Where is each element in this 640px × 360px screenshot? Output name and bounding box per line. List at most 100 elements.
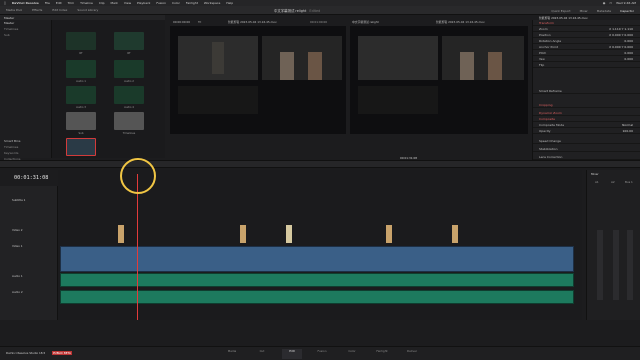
- source-clip-name: 智能剪辑 2023-05-04 13.16.45.mov: [228, 20, 277, 24]
- track-headers: Subtitle 1 Video 2 Video 1 Audio 1 Audio…: [0, 186, 58, 320]
- record-tc-label: 智能剪辑 2023-05-04 13.16.45.mov: [436, 20, 485, 24]
- clip-label-6: Audio 4: [124, 106, 134, 109]
- source-zoom[interactable]: Fit: [198, 20, 201, 24]
- page-fusion[interactable]: Fusion: [312, 349, 332, 359]
- record-viewer[interactable]: [350, 26, 528, 134]
- apple-icon[interactable]: : [4, 1, 6, 5]
- mixer-ch-bus: Bus 1: [625, 180, 633, 184]
- mixer-ch-a1: A1: [595, 180, 599, 184]
- inspector-speed-change[interactable]: Speed Change: [533, 138, 640, 144]
- media-pool-master[interactable]: Master: [4, 16, 14, 20]
- inspector-opacity[interactable]: Opacity 100.00: [533, 128, 640, 134]
- menu-edit[interactable]: Edit: [56, 1, 62, 5]
- source-image: [178, 36, 258, 80]
- source-person: [262, 36, 342, 80]
- menu-color[interactable]: Color: [172, 1, 180, 5]
- metadata-tab[interactable]: Metadata: [597, 9, 611, 13]
- highlight-ring: [120, 158, 156, 194]
- subtitle-clip-1[interactable]: [118, 225, 124, 243]
- project-title: 中文字幕测试 relight Edited: [274, 9, 321, 13]
- app-version: DaVinci Resolve Studio 18.5: [6, 351, 46, 355]
- clip-label-3: Audio 1: [76, 80, 86, 83]
- mixer-ch-a2: A2: [611, 180, 615, 184]
- clip-label-7: Sub: [78, 132, 84, 135]
- folder-thumb-sub[interactable]: [66, 112, 96, 130]
- clip-label-1: RT: [79, 52, 83, 55]
- subtitle-clip-5[interactable]: [452, 225, 458, 243]
- mixer-tab[interactable]: Mixer: [580, 9, 588, 13]
- page-cut[interactable]: Cut: [252, 349, 272, 359]
- menu-playback[interactable]: Playback: [137, 1, 150, 5]
- sound-library-tab[interactable]: Sound Library: [77, 8, 98, 12]
- app-menu[interactable]: DaVinci Resolve: [12, 1, 39, 5]
- audio-clip-thumb-4[interactable]: [114, 86, 144, 104]
- timeline-timecode: 00:01:31:08: [14, 175, 49, 181]
- inspector-flip[interactable]: Flip: [533, 62, 640, 68]
- inspector-panel: 智能剪辑 2023-05-04 13.16.45.mov Transform Z…: [532, 16, 640, 160]
- menu-fusion[interactable]: Fusion: [156, 1, 166, 5]
- clip-label-5: Audio 3: [76, 106, 86, 109]
- menu-fairlight[interactable]: Fairlight: [186, 1, 198, 5]
- menu-help[interactable]: Help: [226, 1, 233, 5]
- quick-export-button[interactable]: Quick Export: [551, 9, 570, 13]
- track-v2-name[interactable]: Video 2: [12, 228, 23, 232]
- clip-thumb-2[interactable]: [114, 32, 144, 50]
- page-fairlight[interactable]: Fairlight: [372, 349, 392, 359]
- bin-list: Master Timelines Sub Smart Bins Timeline…: [0, 20, 52, 161]
- menu-view[interactable]: View: [124, 1, 131, 5]
- inspector-stabilization[interactable]: Stabilization: [533, 146, 640, 152]
- menu-clip[interactable]: Clip: [99, 1, 105, 5]
- record-person: [442, 36, 524, 80]
- clip-label-4: Audio 2: [124, 80, 134, 83]
- clip-label-8: Timelines: [122, 132, 136, 135]
- record-image: [358, 36, 438, 80]
- playhead[interactable]: [137, 174, 138, 320]
- page-bar: DaVinci Resolve Studio 18.5 PUBLIC BETA …: [0, 346, 640, 360]
- subtitle-clip-4[interactable]: [386, 225, 392, 243]
- mixer-fader-a2[interactable]: [613, 230, 619, 300]
- folder-thumb-timelines[interactable]: [114, 112, 144, 130]
- mixer-fader-bus[interactable]: [627, 230, 633, 300]
- page-media[interactable]: Media: [222, 349, 242, 359]
- track-a2-name[interactable]: Audio 2: [12, 290, 23, 294]
- media-pool-tab[interactable]: Media Pool: [6, 8, 22, 12]
- audio-clip-thumb-3[interactable]: [66, 86, 96, 104]
- menubar-clock: Wed 9:46 AM: [616, 1, 636, 5]
- menu-trim[interactable]: Trim: [68, 1, 74, 5]
- wifi-icon[interactable]: ◉: [603, 1, 606, 5]
- clip-thumb-1[interactable]: [66, 32, 96, 50]
- track-st1-name[interactable]: Subtitle 1: [12, 198, 25, 202]
- menu-workspace[interactable]: Workspace: [204, 1, 220, 5]
- battery-icon[interactable]: ▭: [609, 1, 612, 5]
- mixer-panel: Mixer A1 A2 Bus 1: [586, 170, 640, 320]
- page-edit[interactable]: Edit: [282, 349, 302, 359]
- timeline-thumb[interactable]: [66, 138, 96, 156]
- beta-badge: PUBLIC BETA: [52, 351, 72, 355]
- source-timecode: 00:00:00:00: [173, 20, 191, 24]
- subtitle-clip-3[interactable]: [286, 225, 292, 243]
- source-viewer[interactable]: [170, 26, 346, 134]
- menu-mark[interactable]: Mark: [111, 1, 118, 5]
- track-a1-name[interactable]: Audio 1: [12, 274, 23, 278]
- source-tc-right: 00:01:00:00: [310, 20, 328, 24]
- audio-clip-thumb-2[interactable]: [114, 60, 144, 78]
- inspector-tab[interactable]: Inspector: [620, 9, 634, 13]
- effects-tab[interactable]: Effects: [32, 8, 42, 12]
- clip-label-2: RT: [127, 52, 131, 55]
- track-v1-name[interactable]: Video 1: [12, 244, 23, 248]
- subtitle-clip-2[interactable]: [240, 225, 246, 243]
- audio-clip-thumb-1[interactable]: [66, 60, 96, 78]
- page-deliver[interactable]: Deliver: [402, 349, 422, 359]
- mixer-fader-a1[interactable]: [597, 230, 603, 300]
- edit-index-tab[interactable]: Edit Index: [52, 8, 67, 12]
- timeline-toolbar: [0, 160, 640, 168]
- menu-timeline[interactable]: Timeline: [80, 1, 93, 5]
- menu-file[interactable]: File: [45, 1, 50, 5]
- project-status: Edited: [309, 9, 321, 13]
- mixer-title: Mixer: [591, 172, 599, 176]
- inspector-smart-reframe[interactable]: Smart Reframe: [533, 88, 640, 94]
- inspector-cropping[interactable]: Cropping: [533, 102, 640, 108]
- page-color[interactable]: Color: [342, 349, 362, 359]
- record-scopes: [358, 86, 438, 114]
- record-viewer-title: 中文字幕测试 relight: [352, 20, 379, 24]
